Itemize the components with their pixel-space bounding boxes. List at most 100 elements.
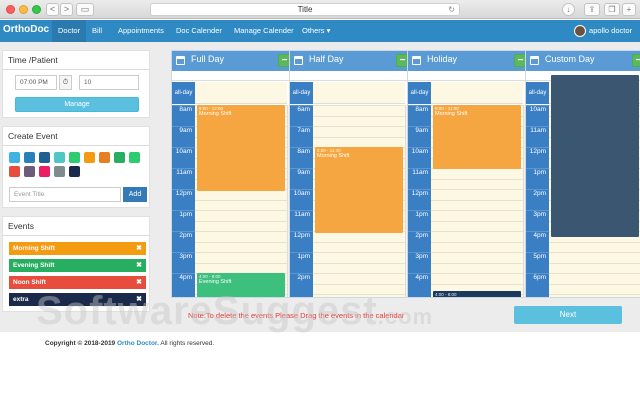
add-event-button[interactable]: Add (123, 187, 147, 202)
delete-hint-note: Note:To delete the events Please Drag th… (188, 311, 405, 320)
minimize-window-icon[interactable] (19, 5, 28, 14)
nav-appointments[interactable]: Appointments (112, 20, 170, 42)
hour-label: 8am (290, 147, 313, 168)
time-grid: 8am 9am 10am 11am 12pm 1pm 2pm 3pm 4pm 8… (408, 105, 531, 297)
remove-event-icon[interactable]: ✖ (136, 242, 142, 255)
tabs-icon[interactable]: ❐ (604, 3, 620, 16)
remove-event-icon[interactable]: ✖ (136, 293, 142, 306)
hour-label: 9am (290, 168, 313, 189)
calendar-toolbar-gap (172, 71, 295, 81)
nav-manage-calender[interactable]: Manage Calender (228, 20, 300, 42)
event-time: 4:00 - 8:00 (199, 274, 221, 279)
event-name: Morning Shift (435, 111, 468, 117)
color-swatch[interactable] (54, 166, 65, 177)
user-menu[interactable]: apollo doctor (574, 24, 632, 38)
time-input[interactable]: 07:00 PM (15, 75, 57, 90)
slot-line (549, 294, 640, 295)
slot-line (431, 273, 523, 274)
page-title: Title (297, 5, 313, 14)
calendar-event[interactable]: 8:00 - 12:00 Morning Shift (197, 105, 285, 191)
manage-button[interactable]: Manage (15, 97, 139, 112)
color-swatch[interactable] (9, 166, 20, 177)
hour-labels: 8am 9am 10am 11am 12pm 1pm 2pm 3pm 4pm (408, 105, 431, 297)
nav-doc-calender[interactable]: Doc Calender (170, 20, 228, 42)
nav-others-dropdown[interactable]: Others ▾ (296, 20, 336, 42)
color-swatch[interactable] (114, 152, 125, 163)
time-slots[interactable]: 8:00 - 12:00 Morning Shift 4:00 - 8:00 E… (195, 105, 287, 297)
calendar-holiday: Holiday − all-day 8am 9am 10am 11am 12pm… (407, 50, 532, 298)
slot-line (549, 283, 640, 285)
hour-label: 10am (526, 105, 549, 126)
slot-line (195, 199, 287, 201)
next-button[interactable]: Next (514, 306, 622, 324)
time-slots[interactable]: 8:00 - 11:00 Morning Shift 4:00 - 8:00 (431, 105, 523, 297)
forward-button[interactable]: > (60, 3, 73, 16)
event-label: Evening Shift (13, 262, 55, 269)
color-swatch[interactable] (9, 152, 20, 163)
time-slots[interactable] (549, 75, 640, 297)
event-morning-shift[interactable]: Morning Shift ✖ (9, 242, 146, 255)
address-bar[interactable]: Title ↻ (150, 3, 460, 16)
calendar-title: Custom Day (545, 54, 595, 64)
calendar-toolbar-gap (290, 71, 413, 81)
calendar-icon (530, 56, 539, 65)
color-swatch[interactable] (39, 166, 50, 177)
calendar-icon (412, 56, 421, 65)
share-icon[interactable]: ⇪ (584, 3, 600, 16)
hour-label: 6am (290, 105, 313, 126)
all-day-slot[interactable] (313, 82, 405, 104)
event-label: Morning Shift (13, 245, 55, 252)
all-day-slot[interactable] (431, 82, 523, 104)
all-day-row: all-day (290, 82, 413, 104)
new-tab-icon[interactable]: + (622, 3, 636, 16)
maximize-window-icon[interactable] (32, 5, 41, 14)
calendar-event[interactable] (551, 75, 639, 237)
all-day-label: all-day (408, 82, 431, 104)
sidebar-toggle-icon[interactable]: ▭ (76, 3, 94, 16)
color-swatch[interactable] (39, 152, 50, 163)
slot-line (549, 262, 640, 264)
event-evening-shift[interactable]: Evening Shift ✖ (9, 259, 146, 272)
all-day-slot[interactable] (195, 82, 287, 104)
color-swatch[interactable] (99, 152, 110, 163)
app-navbar: OrthoDoc Doctor Bill Appointments Doc Ca… (0, 20, 640, 42)
calendar-event[interactable]: 8:00 - 11:30 Morning Shift (315, 147, 403, 233)
nav-bill[interactable]: Bill (86, 20, 108, 42)
slot-line (431, 199, 523, 201)
color-swatch[interactable] (24, 152, 35, 163)
color-swatch[interactable] (24, 166, 35, 177)
hour-label: 4pm (408, 273, 431, 294)
hour-label: 2pm (408, 231, 431, 252)
color-swatch[interactable] (54, 152, 65, 163)
hour-label: 11am (290, 210, 313, 231)
calendar-event[interactable]: 8:00 - 11:00 Morning Shift (433, 105, 521, 169)
hour-label: 1pm (526, 168, 549, 189)
footer-brand-link[interactable]: Ortho Doctor. (117, 340, 159, 347)
download-icon[interactable]: ↓ (562, 3, 575, 16)
color-swatch[interactable] (69, 166, 80, 177)
brand-logo[interactable]: OrthoDoc (3, 24, 49, 35)
calendar-event[interactable]: 4:00 - 8:00 Evening Shift (197, 273, 285, 297)
remove-event-icon[interactable]: ✖ (136, 276, 142, 289)
time-slots[interactable]: 8:00 - 11:30 Morning Shift (313, 105, 405, 297)
close-window-icon[interactable] (6, 5, 15, 14)
remove-event-icon[interactable]: ✖ (136, 259, 142, 272)
reload-icon[interactable]: ↻ (448, 4, 455, 15)
slot-line (313, 273, 405, 274)
calendar-custom-day: Custom Day − all-day 10am 11am 12pm 1pm … (525, 50, 640, 298)
hour-label: 12pm (526, 147, 549, 168)
color-swatch[interactable] (69, 152, 80, 163)
collapse-button[interactable]: − (632, 54, 640, 67)
slot-line (431, 210, 523, 211)
event-name: Evening Shift (199, 279, 232, 285)
calendar-event[interactable]: 4:00 - 8:00 (433, 291, 521, 297)
event-extra[interactable]: extra ✖ (9, 293, 146, 306)
event-noon-shift[interactable]: Noon Shift ✖ (9, 276, 146, 289)
back-button[interactable]: < (46, 3, 59, 16)
event-title-input[interactable]: Event Title (9, 187, 121, 202)
clock-icon[interactable]: ⏱ (59, 75, 72, 90)
color-swatch[interactable] (129, 152, 140, 163)
patients-input[interactable]: 10 (79, 75, 139, 90)
color-swatch[interactable] (84, 152, 95, 163)
nav-doctor[interactable]: Doctor (52, 20, 87, 42)
